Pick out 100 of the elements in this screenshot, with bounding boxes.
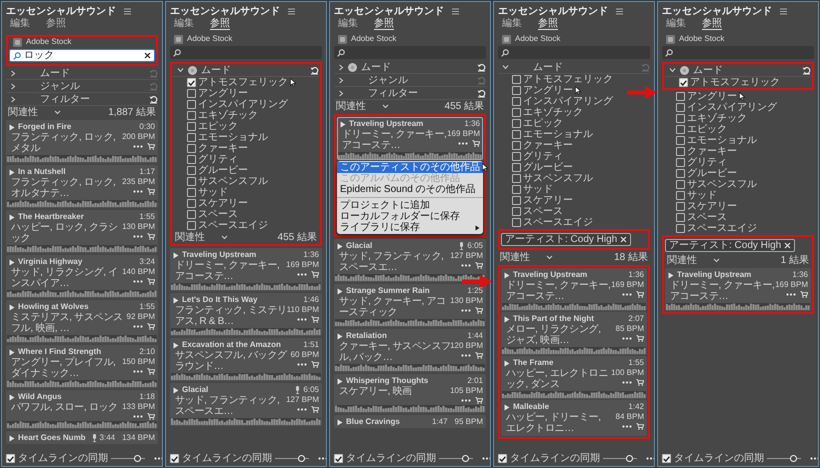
caret-icon[interactable] — [221, 235, 228, 240]
more-icon[interactable] — [154, 457, 162, 460]
option-label[interactable]: スペースエイジ — [687, 223, 757, 234]
option-label[interactable]: アトモスフェリック — [198, 77, 288, 88]
option-label[interactable]: エキゾチック — [687, 113, 747, 124]
more-icon[interactable] — [461, 264, 471, 267]
cart-icon[interactable] — [147, 368, 155, 375]
filter-label[interactable]: ムード — [201, 64, 306, 76]
option-label[interactable]: インスパイアリング — [523, 96, 613, 107]
filter-label[interactable]: ムード — [693, 64, 798, 76]
checkbox[interactable] — [187, 144, 196, 153]
more-icon[interactable] — [133, 190, 143, 193]
filter-chip[interactable]: アーティスト: Cody High — [501, 233, 632, 246]
option-label[interactable]: グリティ — [198, 154, 238, 165]
option-label[interactable]: スペース — [198, 209, 238, 220]
caret-icon[interactable] — [54, 110, 61, 115]
chevron-right-icon[interactable] — [338, 64, 344, 70]
cart-icon[interactable] — [475, 397, 483, 404]
play-icon[interactable] — [173, 296, 179, 304]
more-icon[interactable] — [810, 457, 818, 460]
chevron-down-icon[interactable] — [502, 64, 509, 70]
more-icon[interactable] — [133, 415, 143, 418]
menu-icon[interactable] — [124, 8, 131, 15]
tab[interactable]: 編集 — [174, 18, 194, 30]
menu-item[interactable]: ローカルフォルダーに保存 — [337, 211, 483, 222]
option-label[interactable]: エモーショナル — [523, 129, 593, 140]
play-icon[interactable] — [173, 386, 179, 394]
checkbox[interactable] — [512, 75, 521, 84]
play-icon[interactable] — [9, 434, 15, 442]
option-label[interactable]: サッド — [687, 190, 717, 201]
menu-item[interactable]: プロジェクトに追加 — [337, 200, 483, 211]
remove-icon[interactable] — [620, 236, 628, 243]
play-icon[interactable] — [173, 342, 179, 348]
checkbox[interactable] — [512, 174, 521, 183]
option-label[interactable]: クァーキー — [687, 146, 737, 157]
checkbox[interactable] — [187, 188, 196, 197]
track-card[interactable]: The Heartbreaker 1:55 ハッピー, ロック, クラシック 130 BPM — [6, 210, 158, 253]
remove-icon[interactable] — [784, 242, 792, 249]
cart-icon[interactable] — [147, 233, 155, 240]
more-icon[interactable] — [133, 370, 143, 373]
chevron-right-icon[interactable] — [10, 70, 16, 76]
search-field[interactable] — [498, 46, 650, 59]
play-icon[interactable] — [668, 272, 674, 278]
filter-label[interactable]: ジャンル — [352, 74, 473, 86]
checkbox[interactable] — [512, 185, 521, 194]
option-label[interactable]: サスペンスフル — [198, 176, 268, 187]
option-label[interactable]: エキゾチック — [523, 107, 583, 118]
track-card[interactable]: Wild Angus 1:18 パワフル, スロー, ロック 133 BPM — [6, 390, 158, 429]
option-label[interactable]: アングリー — [687, 91, 737, 102]
option-label[interactable]: アトモスフェリック — [523, 74, 613, 85]
track-card[interactable]: Traveling Upstream 1:36 ドリーミー, クァーキー, アコーステ… 169 BPM — [170, 248, 322, 291]
filter-label[interactable]: ムード — [361, 62, 473, 72]
cart-icon[interactable] — [800, 291, 808, 298]
track-card[interactable]: Heart Goes Numb 3:44 134 BPM — [6, 431, 158, 444]
option-label[interactable]: サスペンスフル — [523, 173, 593, 184]
menu-icon[interactable] — [452, 8, 459, 15]
checkbox[interactable] — [676, 224, 685, 233]
sort-dropdown[interactable]: 関連性 — [667, 255, 720, 266]
track-card[interactable]: Malleable 1:42 ハッピー, ドリーミー, エレクトロニ… 84 BPM — [501, 400, 647, 436]
menu-icon[interactable] — [288, 8, 295, 15]
option-label[interactable]: エモーショナル — [198, 132, 268, 143]
checkbox[interactable] — [187, 100, 196, 109]
track-card[interactable]: Traveling Upstream 1:36 ドリーミー, クァーキー, アコーステ… 169 BPM — [501, 268, 647, 311]
track-card[interactable]: Let's Do It This Way 1:46 フランティック, ミステリアス, R & B… 110 BPM — [170, 293, 322, 336]
zoom-slider[interactable] — [603, 455, 637, 462]
checkbox[interactable] — [498, 454, 507, 463]
checkbox[interactable] — [187, 155, 196, 164]
option-label[interactable]: サッド — [198, 187, 228, 198]
chevron-right-icon[interactable] — [10, 82, 16, 90]
option-label[interactable]: グリティ — [523, 151, 563, 162]
cart-icon[interactable] — [472, 140, 480, 147]
option-label[interactable]: グルービー — [198, 165, 248, 176]
checkbox[interactable] — [676, 125, 685, 134]
checkbox[interactable] — [676, 103, 685, 112]
caret-icon[interactable] — [382, 104, 389, 109]
play-icon[interactable] — [337, 332, 343, 340]
option-label[interactable]: エピック — [687, 124, 727, 135]
checkbox[interactable] — [512, 119, 521, 128]
tab[interactable]: 参照 — [210, 18, 230, 30]
tab[interactable]: 編集 — [666, 18, 686, 30]
zoom-slider[interactable] — [275, 455, 309, 462]
more-icon[interactable] — [622, 337, 632, 340]
option-label[interactable]: クァーキー — [523, 140, 573, 151]
sort-dropdown[interactable]: 関連性 — [500, 252, 553, 263]
option-label[interactable]: スペース — [523, 206, 563, 217]
track-card[interactable]: Traveling Upstream 1:36 ドリーミー, クァーキー, アコーステ… 169 BPM — [337, 117, 483, 160]
clear-icon[interactable] — [144, 52, 151, 59]
option-label[interactable]: アングリー — [198, 88, 248, 99]
track-card[interactable]: Where I Find Strength 2:10 アングリー, プレイフル, ダイナミック… 150 BPM — [6, 345, 158, 388]
play-icon[interactable] — [504, 316, 510, 322]
filter-label[interactable]: フィルター — [352, 88, 473, 98]
cart-icon[interactable] — [636, 335, 644, 342]
cart-icon[interactable] — [636, 423, 644, 430]
checkbox[interactable] — [512, 130, 521, 139]
option-label[interactable]: スペース — [687, 212, 727, 223]
track-card[interactable]: Traveling Upstream 1:36 ドリーミー, クァーキー, アコーステ… 169 BPM — [665, 268, 811, 311]
sort-dropdown[interactable]: 関連性 — [175, 232, 228, 243]
search-field[interactable]: ロック — [9, 49, 155, 62]
checkbox[interactable] — [676, 202, 685, 211]
option-label[interactable]: グルービー — [687, 168, 737, 179]
